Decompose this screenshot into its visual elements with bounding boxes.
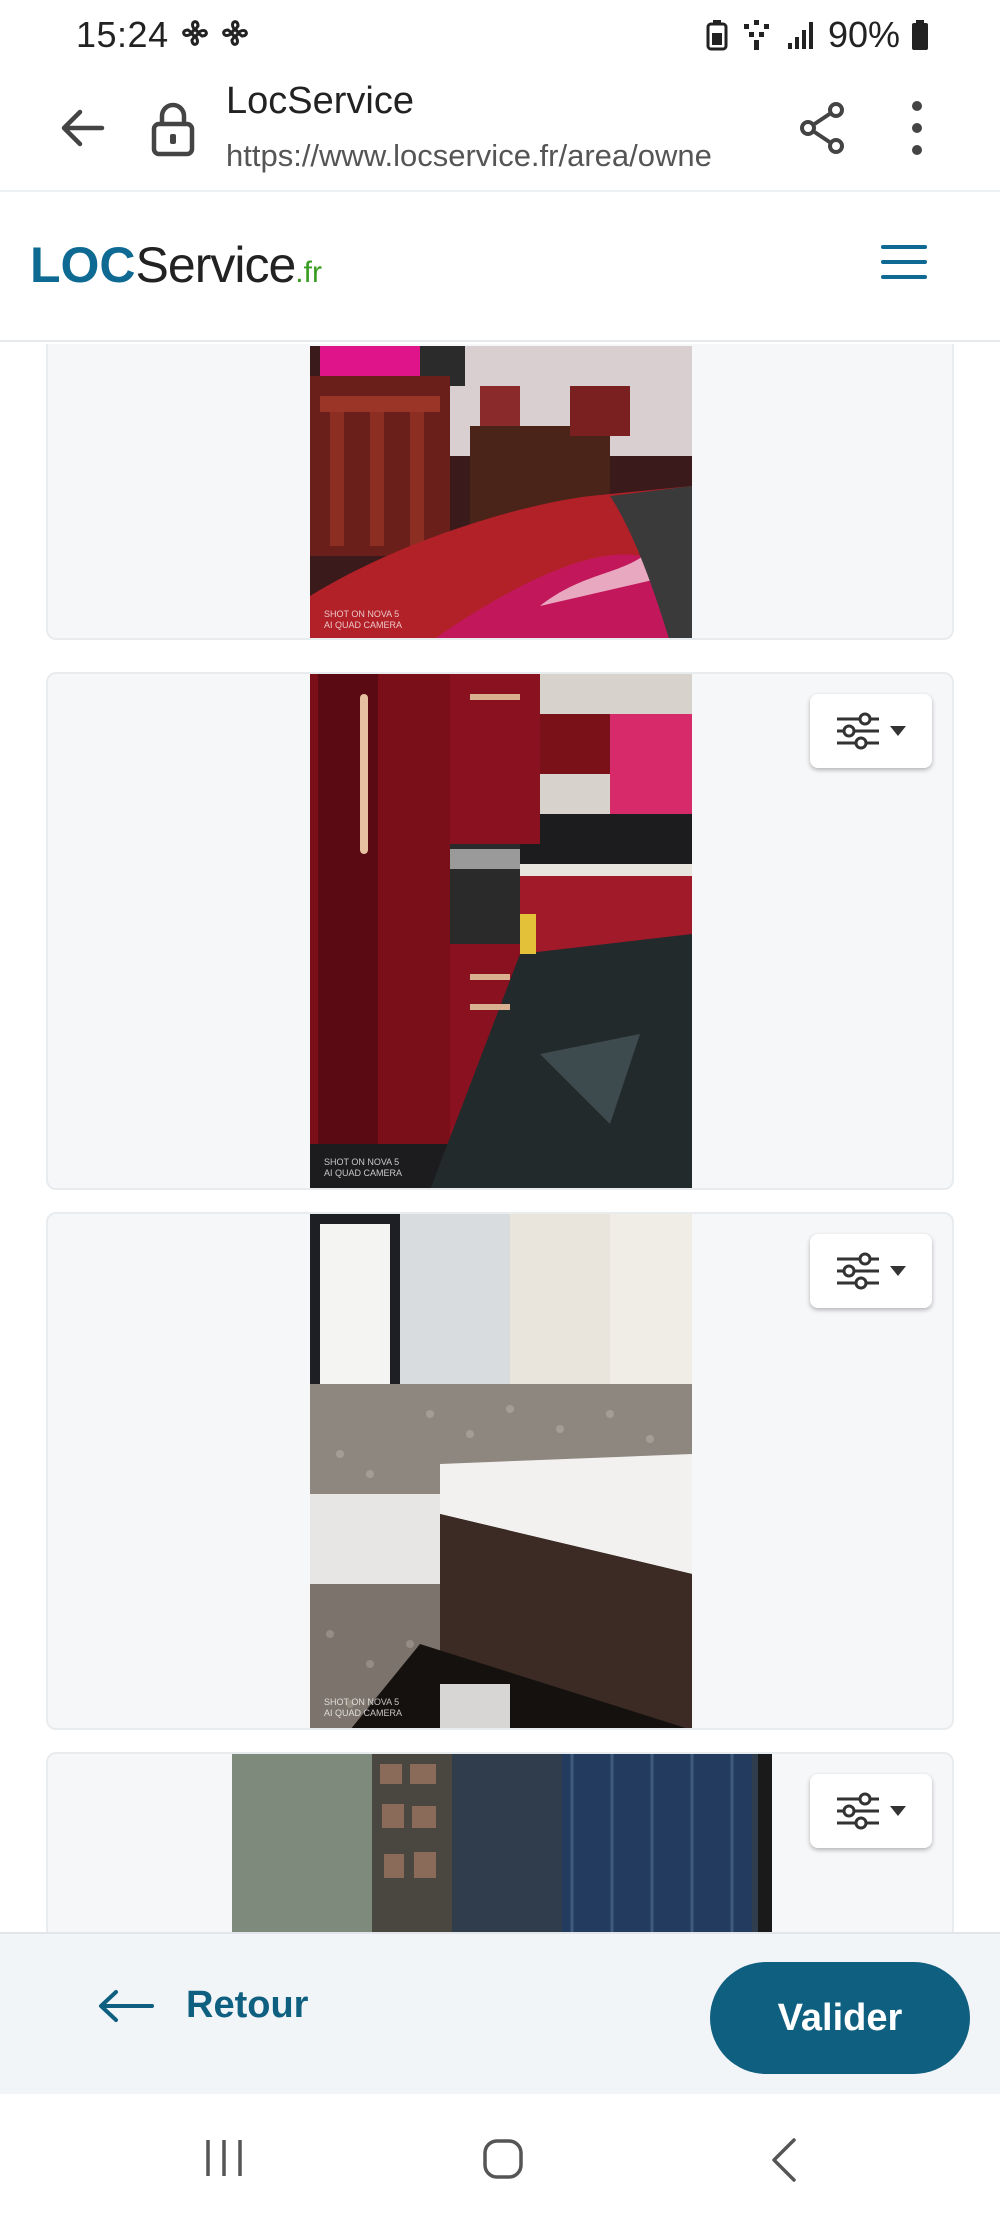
locservice-logo[interactable]: LOCService.fr <box>30 240 322 290</box>
photo-card <box>46 1752 954 1932</box>
photo-card: SHOT ON NOVA 5 AI QUAD CAMERA <box>46 344 954 640</box>
back-button[interactable]: Retour <box>96 1984 308 2027</box>
submit-button[interactable]: Valider <box>710 1962 970 2074</box>
photo-kitchen[interactable]: SHOT ON NOVA 5 AI QUAD CAMERA <box>310 674 692 1188</box>
battery-saver-icon <box>706 20 728 51</box>
more-options-icon[interactable] <box>900 96 934 160</box>
browser-back-icon[interactable] <box>56 100 112 156</box>
caret-down-icon <box>890 1266 906 1276</box>
sliders-icon <box>837 712 879 750</box>
photo-options-button[interactable] <box>810 694 932 768</box>
logo-loc: LOC <box>30 237 136 293</box>
wifi-calling-icon <box>743 20 769 50</box>
photo-room-window[interactable] <box>232 1754 772 1932</box>
photo-options-button[interactable] <box>810 1234 932 1308</box>
system-navigation-bar <box>0 2094 1000 2222</box>
back-button-label: Retour <box>186 1984 309 2026</box>
url-field[interactable]: https://www.locservice.fr/area/owne <box>226 138 764 174</box>
logo-service: Service <box>135 237 297 293</box>
caret-down-icon <box>890 1806 906 1816</box>
hamburger-menu-icon[interactable] <box>880 242 928 282</box>
photo-caption: SHOT ON NOVA 5 AI QUAD CAMERA <box>324 1697 403 1718</box>
share-icon[interactable] <box>796 98 848 158</box>
lock-icon[interactable] <box>148 100 198 158</box>
home-icon[interactable] <box>482 2138 524 2180</box>
fan-notification-icon <box>222 20 248 46</box>
battery-percent: 90% <box>827 14 900 55</box>
photo-bathroom[interactable]: SHOT ON NOVA 5 AI QUAD CAMERA <box>310 1214 692 1728</box>
photo-card: SHOT ON NOVA 5 AI QUAD CAMERA <box>46 1212 954 1730</box>
logo-fr: .fr <box>295 256 322 289</box>
browser-toolbar: LocService https://www.locservice.fr/are… <box>0 70 1000 190</box>
photo-living-room[interactable]: SHOT ON NOVA 5 AI QUAD CAMERA <box>310 346 692 638</box>
photo-card: SHOT ON NOVA 5 AI QUAD CAMERA <box>46 672 954 1190</box>
sliders-icon <box>837 1792 879 1830</box>
notification-icons <box>178 16 252 50</box>
signal-icon <box>787 22 813 49</box>
recent-apps-icon[interactable] <box>202 2138 246 2178</box>
form-action-bar: Retour Valider <box>0 1932 1000 2094</box>
photo-options-button[interactable] <box>810 1774 932 1848</box>
page-title: LocService <box>226 80 414 122</box>
caret-down-icon <box>890 726 906 736</box>
arrow-left-icon <box>99 1989 154 2022</box>
status-bar: 15:24 90% <box>0 0 1000 70</box>
photo-caption: SHOT ON NOVA 5 AI QUAD CAMERA <box>324 1157 403 1178</box>
battery-icon <box>912 20 928 50</box>
status-time: 15:24 <box>76 14 169 55</box>
fan-notification-icon <box>182 20 208 46</box>
photo-caption: SHOT ON NOVA 5 AI QUAD CAMERA <box>324 609 403 630</box>
status-indicators: 90% <box>706 14 928 56</box>
photo-list[interactable]: SHOT ON NOVA 5 AI QUAD CAMERA SHOT ON NO… <box>0 344 1000 1932</box>
sliders-icon <box>837 1252 879 1290</box>
system-back-icon[interactable] <box>770 2138 798 2182</box>
site-header: LOCService.fr <box>0 190 1000 342</box>
